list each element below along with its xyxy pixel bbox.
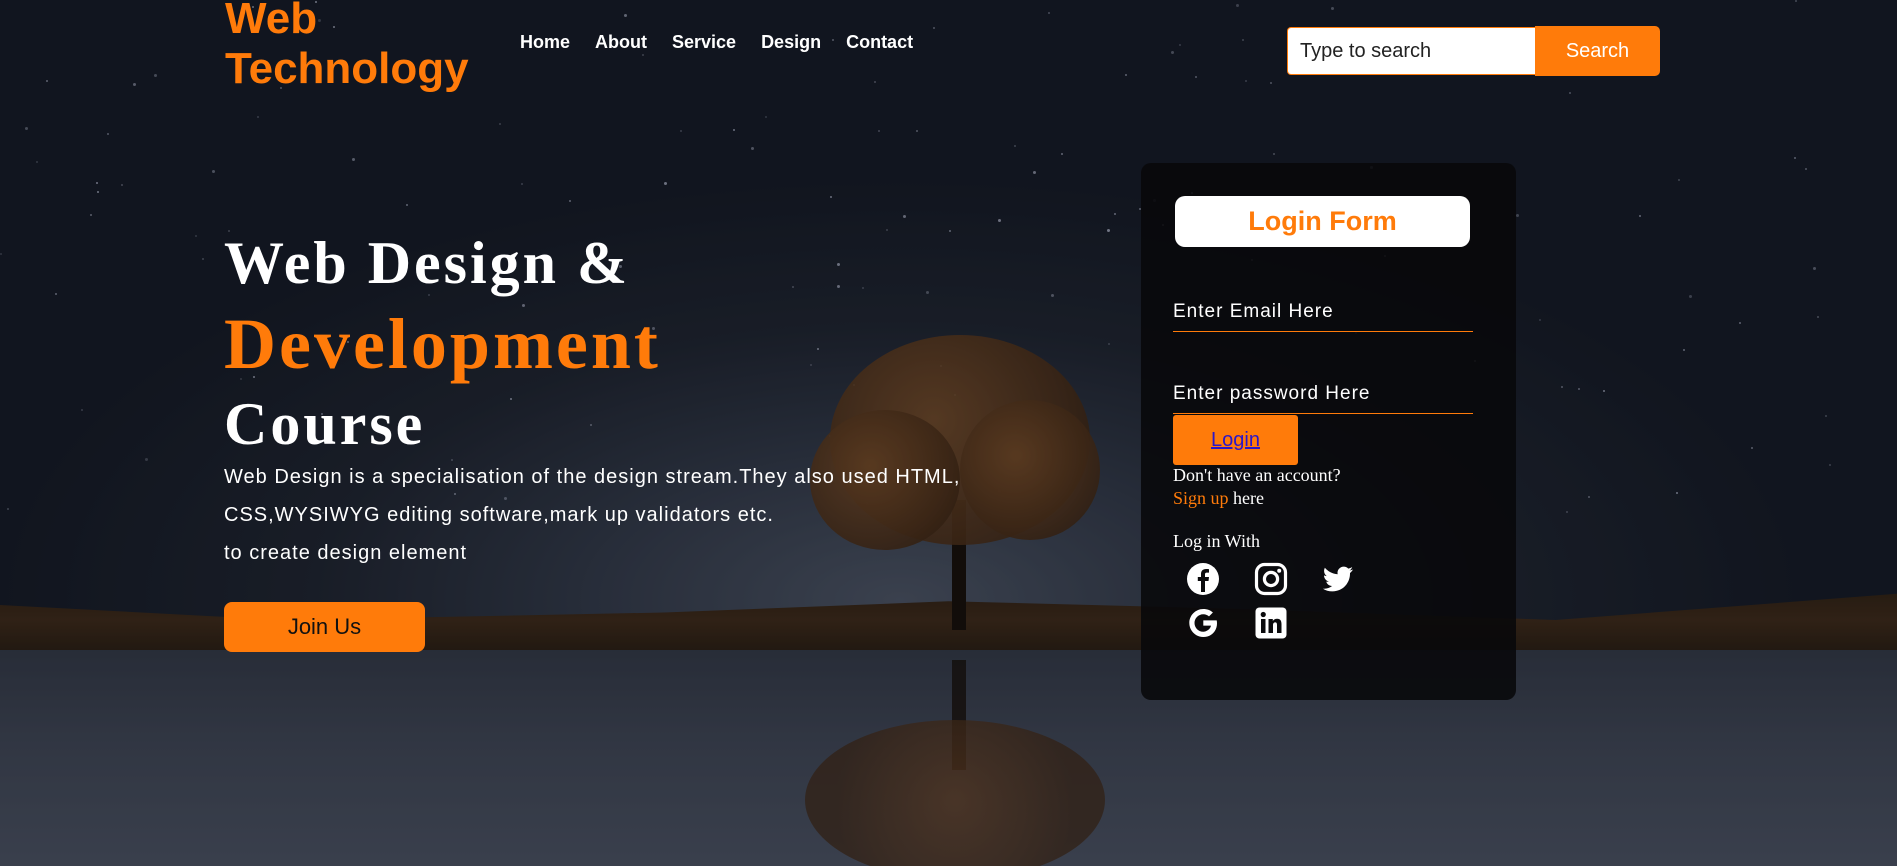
- nav-contact[interactable]: Contact: [846, 32, 913, 53]
- login-with-label: Log in With: [1173, 531, 1260, 551]
- search-bar: Search: [1287, 26, 1660, 76]
- hero-text-line: Web Design is a specialisation of the de…: [224, 466, 961, 488]
- password-field[interactable]: [1173, 374, 1473, 414]
- join-us-button[interactable]: Join Us: [224, 602, 425, 652]
- facebook-icon[interactable]: [1186, 562, 1220, 596]
- logo-line2: Technology: [225, 44, 469, 93]
- hero-title-line3: Course: [224, 391, 426, 457]
- nav-design[interactable]: Design: [761, 32, 821, 53]
- signup-line: Sign up here: [1173, 487, 1341, 510]
- nav-home[interactable]: Home: [520, 32, 570, 53]
- signup-prompt: Don't have an account? Sign up here: [1173, 464, 1341, 510]
- linkedin-icon[interactable]: [1254, 606, 1288, 640]
- no-account-text: Don't have an account?: [1173, 465, 1341, 485]
- login-form-card: Login Form Login Don't have an account? …: [1141, 163, 1516, 700]
- site-logo[interactable]: Web Technology: [225, 0, 485, 94]
- hero-description: Web Design is a specialisation of the de…: [224, 458, 1024, 572]
- instagram-icon[interactable]: [1254, 562, 1288, 596]
- login-button[interactable]: Login: [1173, 415, 1298, 465]
- hero-text-line: CSS,WYSIWYG editing software,mark up val…: [224, 504, 774, 526]
- twitter-icon[interactable]: [1321, 562, 1355, 596]
- email-field[interactable]: [1173, 292, 1473, 332]
- hero-title: Web Design & Development Course: [224, 223, 661, 463]
- login-form-title: Login Form: [1175, 196, 1470, 247]
- hero-text-line: to create design element: [224, 542, 468, 564]
- google-icon[interactable]: [1186, 606, 1220, 640]
- signup-suffix: here: [1228, 488, 1264, 508]
- nav-about[interactable]: About: [595, 32, 647, 53]
- search-input[interactable]: [1287, 27, 1535, 75]
- logo-line1: Web: [225, 0, 318, 43]
- main-nav: Home About Service Design Contact: [520, 32, 938, 53]
- search-button[interactable]: Search: [1535, 26, 1660, 76]
- hero-title-line1: Web Design &: [224, 230, 631, 296]
- signup-link[interactable]: Sign up: [1173, 488, 1229, 508]
- nav-service[interactable]: Service: [672, 32, 736, 53]
- hero-title-line2: Development: [224, 304, 661, 384]
